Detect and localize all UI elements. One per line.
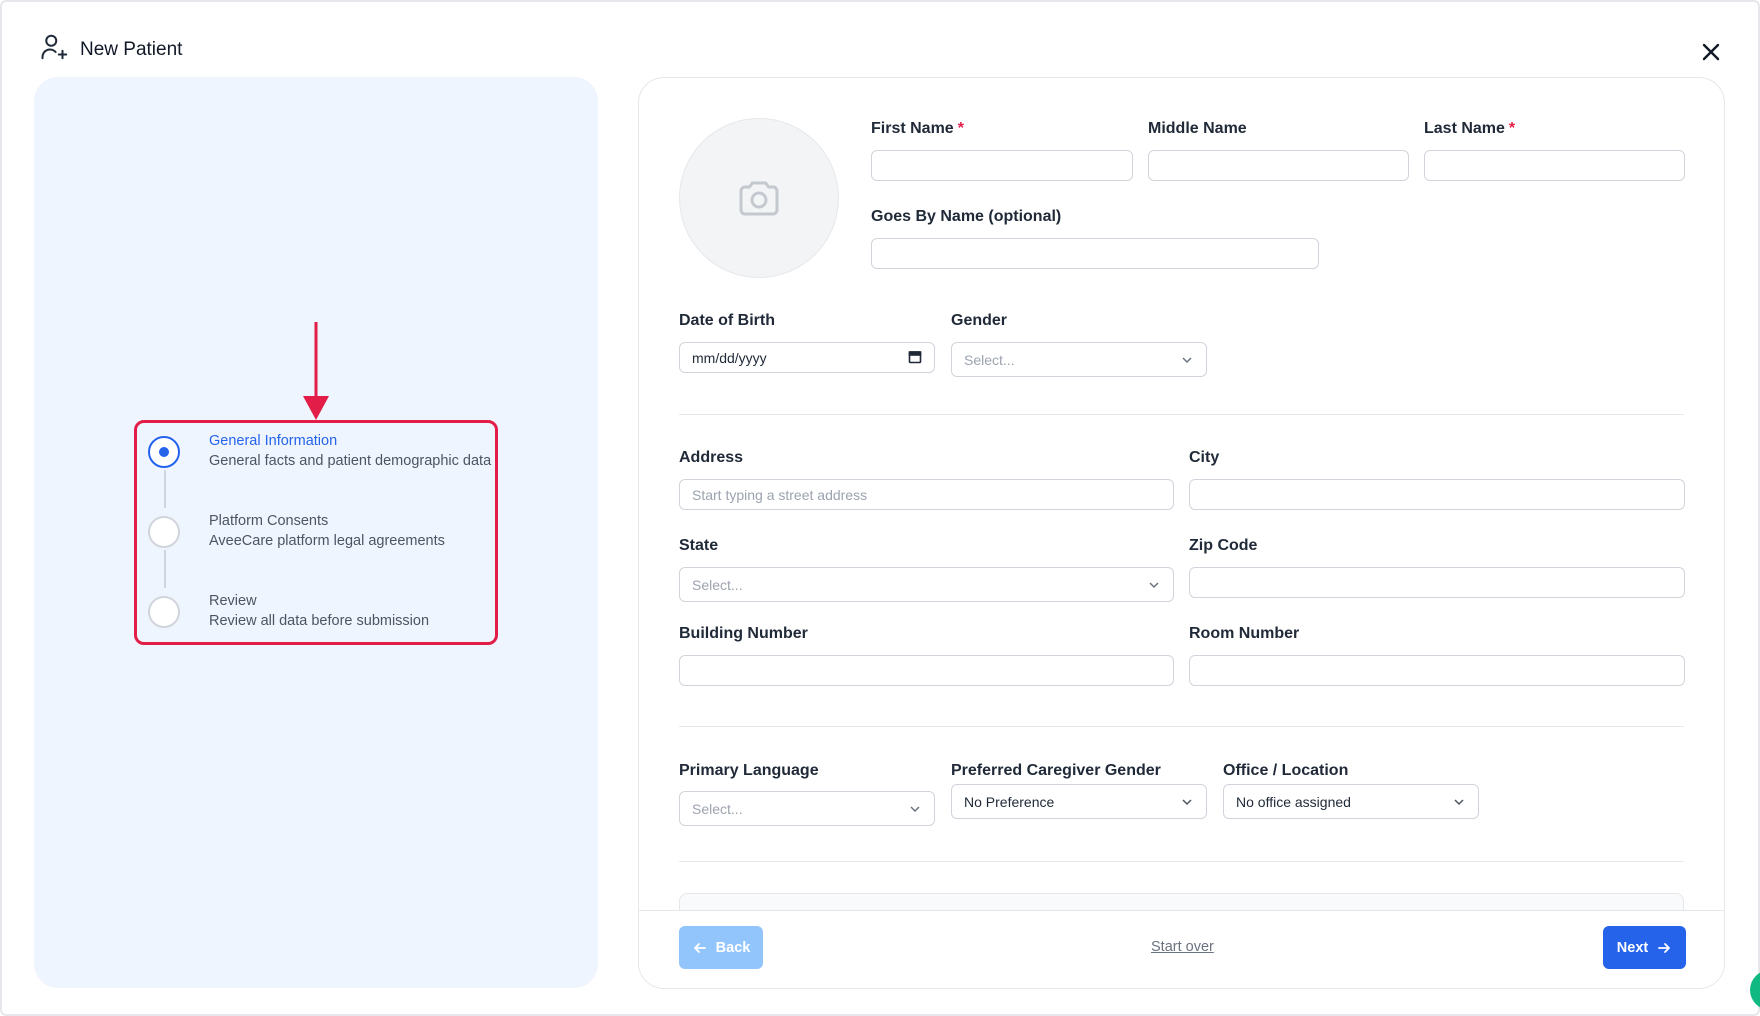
user-plus-icon [40,32,70,67]
form-footer: Back Start over Next [639,910,1724,988]
stepper-highlight: General Information General facts and pa… [134,420,498,645]
step-indicator-active [148,436,180,468]
gender-select[interactable]: Select... [951,342,1207,377]
required-marker: * [1508,120,1516,137]
step-description: Review all data before submission [209,613,430,629]
building-input[interactable] [679,655,1174,686]
caregiver-gender-label: Preferred Caregiver Gender [951,762,1161,779]
step-label: General Information [209,433,338,449]
last-name-input[interactable] [1424,150,1685,181]
chevron-down-icon [1454,798,1464,805]
step-indicator [148,516,180,548]
gender-label: Gender [951,312,1008,329]
required-marker: * [957,120,964,137]
zip-label: Zip Code [1189,537,1258,554]
next-button[interactable]: Next [1603,926,1686,969]
first-name-input[interactable] [871,150,1133,181]
middle-name-input[interactable] [1148,150,1409,181]
chevron-down-icon [1182,356,1192,363]
chevron-down-icon [1182,798,1192,805]
chevron-down-icon [1149,581,1159,588]
dob-label: Date of Birth [679,312,775,329]
dob-input[interactable]: mm/dd/yyyy [679,342,935,373]
office-select[interactable]: No office assigned [1223,784,1479,819]
state-label: State [679,537,719,554]
arrow-left-icon [693,942,706,953]
chevron-down-icon [910,805,920,812]
last-name-label: Last Name * [1424,120,1516,137]
modal-title: New Patient [80,38,183,60]
building-label: Building Number [679,625,808,642]
back-button[interactable]: Back [679,926,763,969]
modal-header: New Patient [40,32,182,67]
step-description: General facts and patient demographic da… [209,453,492,469]
caregiver-gender-select[interactable]: No Preference [951,784,1207,819]
middle-name-label: Middle Name [1148,120,1247,137]
goes-by-label: Goes By Name (optional) [871,208,1062,225]
step-label: Platform Consents [209,513,329,529]
goes-by-input[interactable] [871,238,1319,269]
photo-upload[interactable] [679,118,839,278]
close-button[interactable] [1697,38,1725,66]
room-label: Room Number [1189,625,1300,642]
city-label: City [1189,449,1220,466]
address-input[interactable]: Start typing a street address [679,479,1174,510]
language-select[interactable]: Select... [679,791,935,826]
calendar-icon[interactable] [908,350,922,364]
city-input[interactable] [1189,479,1685,510]
language-label: Primary Language [679,762,819,779]
step-connector [164,550,166,588]
room-input[interactable] [1189,655,1685,686]
section-divider [679,861,1684,862]
camera-icon [739,181,779,216]
office-label: Office / Location [1223,762,1349,779]
close-icon[interactable] [1701,42,1721,62]
section-divider [679,414,1684,415]
annotation-arrow-icon [303,322,329,420]
first-name-label: First Name * [871,120,964,137]
start-over-link[interactable]: Start over [1151,939,1214,955]
step-label: Review [209,593,257,609]
state-select[interactable]: Select... [679,567,1174,602]
step-description: AveeCare platform legal agreements [209,533,445,549]
zip-input[interactable] [1189,567,1685,598]
section-divider [679,726,1684,727]
step-indicator [148,596,180,628]
step-connector [164,470,166,508]
arrow-right-icon [1658,942,1671,953]
patient-form-card: First Name * Middle Name Last Name * Goes … [638,77,1725,989]
address-label: Address [679,449,744,466]
